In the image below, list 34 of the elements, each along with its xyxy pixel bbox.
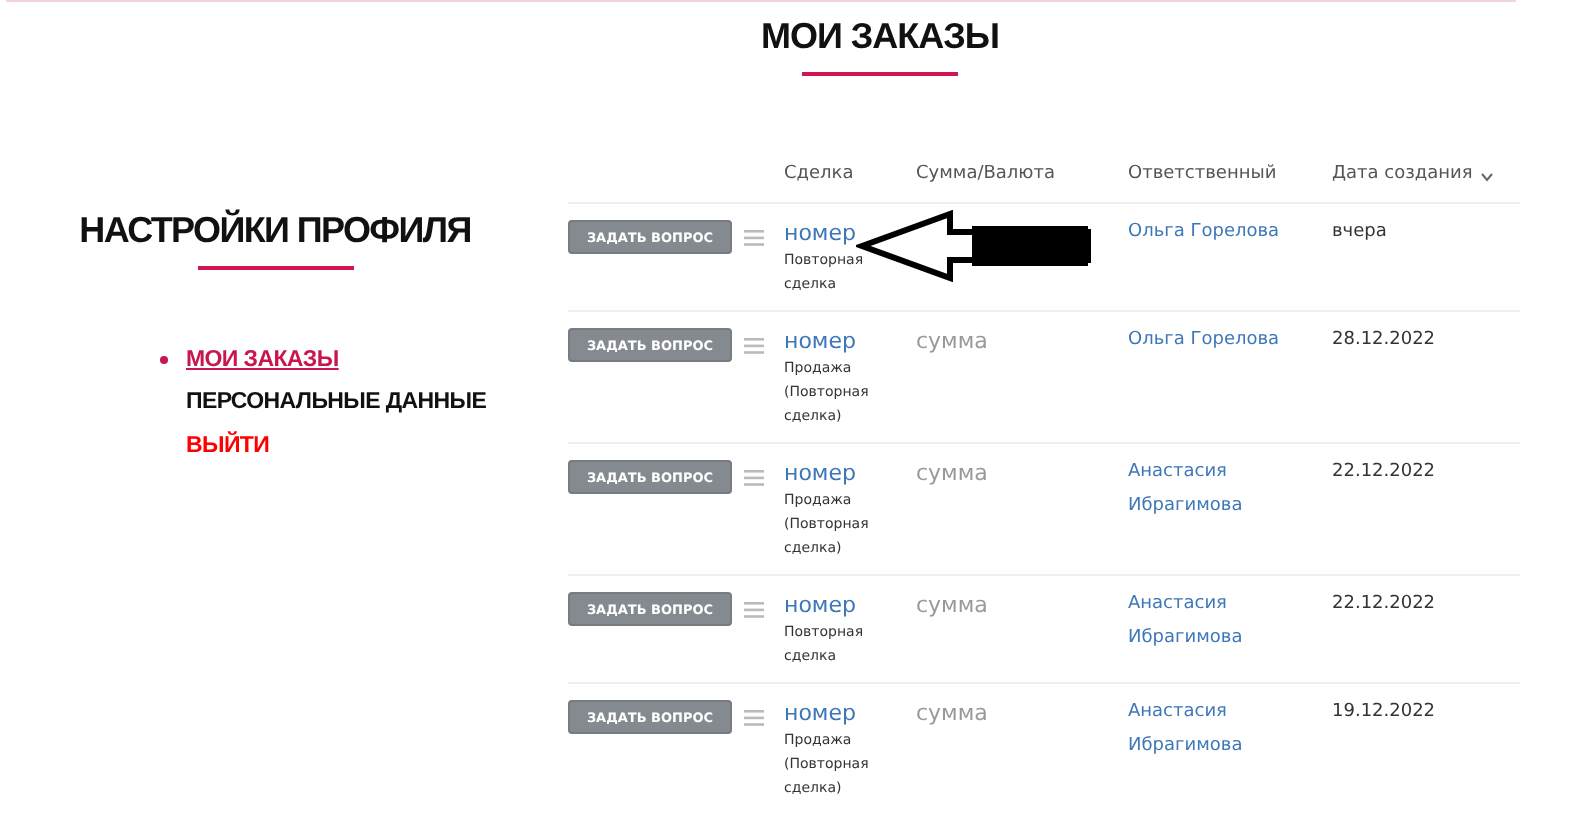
column-header[interactable]: Сумма/Валюта — [916, 164, 1056, 184]
table-cell: вчера — [1332, 220, 1387, 246]
menu-icon[interactable] — [744, 710, 764, 726]
deal-link[interactable]: номер — [784, 220, 856, 246]
column-header[interactable]: Дата создания — [1332, 164, 1473, 184]
caret-icon[interactable] — [1480, 172, 1495, 182]
responsible-link[interactable]: Анастасия Ибрагимова — [1128, 456, 1332, 524]
menu-link[interactable]: МОИ ЗАКАЗЫ — [186, 347, 339, 372]
table-cell: 19.12.2022 — [1332, 700, 1436, 726]
responsible-link[interactable]: Ольга Горелова — [1128, 216, 1280, 250]
column-header[interactable]: Сделка — [784, 164, 854, 184]
responsible-link[interactable]: Анастасия Ибрагимова — [1128, 588, 1332, 656]
page-title: МОИ ЗАКАЗЫ — [760, 14, 1000, 60]
table-cell: сумма — [916, 700, 988, 726]
responsible-link[interactable]: Ольга Горелова — [1128, 324, 1280, 358]
menu-icon[interactable] — [744, 230, 764, 246]
table-cell: 28.12.2022 — [1332, 328, 1436, 354]
logout-link[interactable]: ВЫЙТИ — [186, 433, 270, 458]
table-cell: сумма — [916, 328, 988, 354]
menu-link[interactable]: ПЕРСОНАЛЬНЫЕ ДАННЫЕ — [186, 390, 487, 415]
table-cell: 22.12.2022 — [1332, 460, 1436, 486]
responsible-link[interactable]: Анастасия Ибрагимова — [1128, 696, 1332, 764]
menu-icon[interactable] — [744, 470, 764, 486]
deal-link[interactable]: номер — [784, 592, 856, 618]
menu-icon[interactable] — [744, 602, 764, 618]
deal-link[interactable]: номер — [784, 700, 856, 726]
table-cell: сумма — [916, 592, 988, 618]
deal-link[interactable]: номер — [784, 328, 856, 354]
column-header[interactable]: Ответственный — [1128, 164, 1277, 184]
sidebar-title: НАСТРОЙКИ ПРОФИЛЯ — [79, 207, 471, 254]
menu-icon[interactable] — [744, 338, 764, 354]
table-cell: 22.12.2022 — [1332, 592, 1436, 618]
deal-link[interactable]: номер — [784, 460, 856, 486]
table-cell: сумма — [916, 460, 988, 486]
